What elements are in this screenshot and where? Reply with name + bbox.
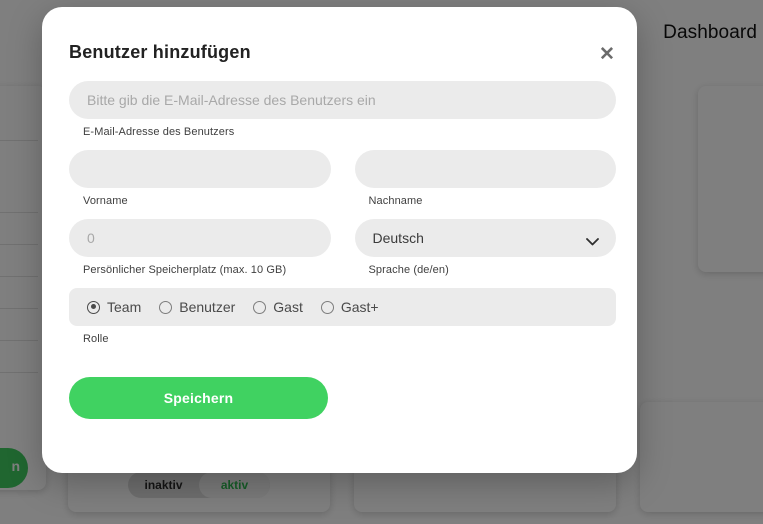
last-name-input[interactable]: [354, 150, 616, 188]
close-icon[interactable]: ✕: [595, 43, 619, 67]
role-field-group: Team Benutzer Gast Gast+ Rolle: [69, 288, 616, 345]
first-name-field-label: Vorname: [83, 195, 128, 207]
radio-icon: [87, 300, 100, 314]
role-option-benutzer[interactable]: Benutzer: [159, 299, 235, 315]
modal-title: Benutzer hinzufügen: [69, 42, 251, 62]
role-option-label: Gast+: [340, 299, 379, 315]
storage-field-group: Persönlicher Speicherplatz (max. 10 GB): [69, 219, 331, 276]
language-field-group: Deutsch Sprache (de/en): [354, 219, 616, 276]
role-option-label: Team: [107, 299, 142, 315]
last-name-field-group: Nachname: [354, 150, 616, 207]
role-option-label: Gast: [273, 299, 303, 315]
email-input[interactable]: [69, 81, 616, 119]
radio-icon: [253, 300, 267, 314]
storage-input[interactable]: [69, 219, 331, 257]
role-field-label: Rolle: [83, 333, 109, 345]
modal-header: Benutzer hinzufügen ✕: [42, 7, 637, 81]
add-user-modal: Benutzer hinzufügen ✕ E-Mail-Adresse des…: [42, 7, 637, 473]
name-row: Vorname Nachname: [69, 150, 616, 219]
language-select-wrap: Deutsch: [354, 219, 616, 257]
role-option-team[interactable]: Team: [87, 299, 141, 315]
role-option-label: Benutzer: [179, 299, 236, 315]
modal-body: E-Mail-Adresse des Benutzers Vorname Nac…: [69, 81, 616, 419]
radio-icon: [159, 300, 173, 314]
first-name-field-group: Vorname: [69, 150, 331, 207]
radio-icon: [320, 300, 334, 314]
language-select[interactable]: Deutsch: [354, 219, 616, 257]
role-option-gast-plus[interactable]: Gast+: [320, 299, 379, 315]
language-field-label: Sprache (de/en): [368, 264, 449, 276]
app-screen: Dashboard n inaktiv aktiv: [0, 0, 763, 524]
email-field-group: E-Mail-Adresse des Benutzers: [69, 81, 616, 138]
storage-field-label: Persönlicher Speicherplatz (max. 10 GB): [83, 264, 287, 276]
storage-language-row: Persönlicher Speicherplatz (max. 10 GB) …: [69, 219, 616, 288]
email-field-label: E-Mail-Adresse des Benutzers: [83, 126, 235, 138]
last-name-field-label: Nachname: [368, 195, 423, 207]
role-radio-group: Team Benutzer Gast Gast+: [69, 288, 616, 326]
save-button[interactable]: Speichern: [69, 377, 328, 419]
first-name-input[interactable]: [69, 150, 331, 188]
role-option-gast[interactable]: Gast: [253, 299, 303, 315]
